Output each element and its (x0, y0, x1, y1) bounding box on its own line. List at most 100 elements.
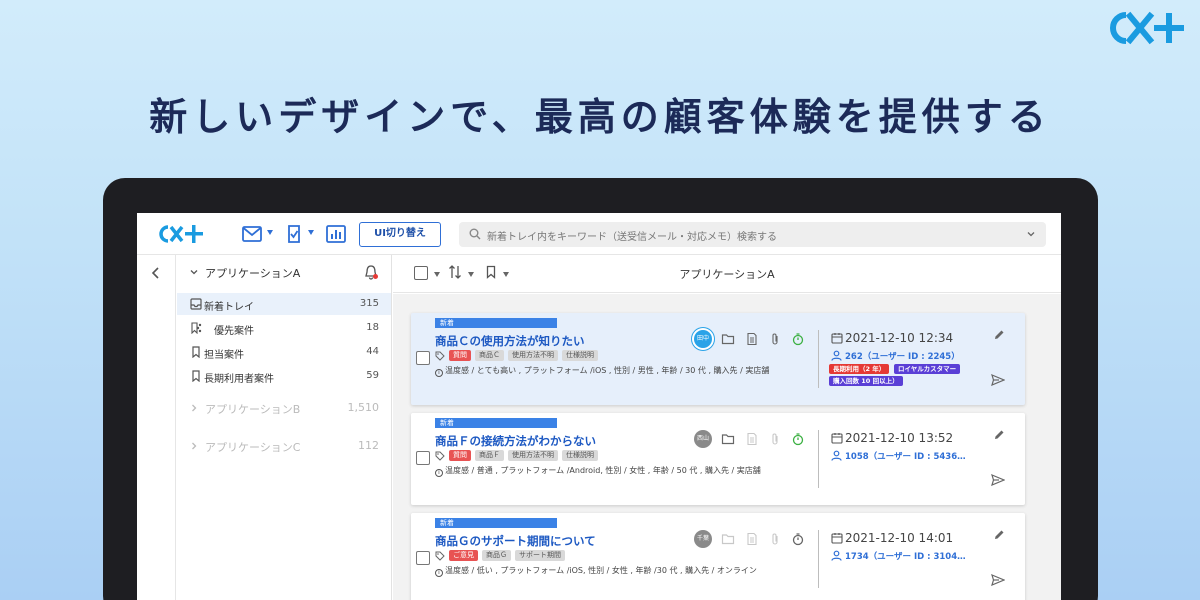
search-input[interactable]: 新着トレイ内をキーワード（送受信メール・対応メモ）検索する (459, 222, 1046, 247)
sidebar-group-b[interactable]: アプリケーションB 1,510 (189, 399, 379, 419)
sidebar-group-a[interactable]: アプリケーションA (189, 263, 379, 285)
customer-id-link[interactable]: 1734（ユーザー ID : 3104… (845, 550, 966, 562)
customer-id-link[interactable]: 262（ユーザー ID : 2245） (845, 350, 960, 362)
pencil-icon[interactable] (993, 329, 1005, 341)
sort-dropdown-caret[interactable] (468, 272, 474, 277)
bell-icon[interactable] (363, 264, 379, 281)
sidebar-group-c[interactable]: アプリケーションC 112 (189, 437, 379, 457)
sidebar-item-long-term[interactable]: 長期利用者案件 59 (177, 365, 391, 387)
tag-chip: 仕様説明 (562, 350, 598, 361)
bookmark-icon[interactable] (485, 265, 497, 279)
folder-icon[interactable] (721, 532, 735, 546)
chevron-down-icon[interactable] (1026, 229, 1036, 239)
ui-switch-button[interactable]: UI切り替え (359, 222, 441, 247)
sidebar-item-count: 315 (359, 298, 379, 309)
inquiry-card[interactable]: 新着 商品Ｆの接続方法がわからない 質問 商品Ｆ 使用方法不明 仕様説明 i 温度感 /… (411, 413, 1025, 505)
timer-icon[interactable] (791, 532, 805, 546)
sidebar-group-count: 1,510 (347, 401, 380, 414)
document-icon[interactable] (745, 532, 759, 546)
sidebar-item-priority[interactable]: 優先案件 18 (177, 317, 391, 339)
sidebar-group-label: アプリケーションA (205, 267, 301, 280)
paperclip-icon[interactable] (768, 432, 782, 446)
select-all-checkbox[interactable] (414, 266, 428, 280)
inquiry-card[interactable]: 新着 商品Ｃの使用方法が知りたい 質問 商品Ｃ 使用方法不明 仕様説明 i 温度感 / … (411, 313, 1025, 405)
new-label: 新着 (435, 418, 557, 428)
card-title[interactable]: 商品Ｇのサポート期間について (435, 533, 596, 549)
received-date: 2021-12-10 12:34 (845, 331, 954, 345)
tag-chip: 仕様説明 (562, 450, 598, 461)
sidebar-item-label: 長期利用者案件 (204, 374, 274, 385)
timer-icon[interactable] (791, 332, 805, 346)
chevron-down-icon (190, 270, 198, 275)
mail-icon[interactable] (241, 224, 263, 244)
calendar-icon (831, 533, 843, 544)
card-checkbox[interactable] (416, 551, 430, 565)
tag-chip: 使用方法不明 (508, 450, 558, 461)
sidebar-item-assigned[interactable]: 担当案件 44 (177, 341, 391, 363)
search-icon (469, 228, 481, 240)
sidebar-group-count: 112 (358, 439, 379, 452)
folder-icon[interactable] (721, 332, 735, 346)
chart-icon[interactable] (325, 224, 347, 244)
document-icon[interactable] (745, 332, 759, 346)
send-icon[interactable] (991, 374, 1005, 386)
sidebar-item-inbox[interactable]: 新着トレイ 315 (177, 293, 391, 315)
folder-icon[interactable] (721, 432, 735, 446)
tag-chip: 使用方法不明 (508, 350, 558, 361)
info-icon: i (435, 369, 443, 377)
sidebar-group-label: アプリケーションC (205, 441, 301, 454)
chevron-right-icon (192, 404, 197, 412)
task-dropdown-caret[interactable] (308, 230, 314, 235)
app-window: UI切り替え 新着トレイ内をキーワード（送受信メール・対応メモ）検索する アプリ… (137, 213, 1061, 600)
send-icon[interactable] (991, 574, 1005, 586)
attribute-row: i 温度感 / 低い , プラットフォーム /iOS, 性別 / 女性 , 年齢 … (435, 565, 757, 577)
chevron-right-icon (192, 442, 197, 450)
main-header: アプリケーションA (393, 255, 1061, 293)
card-checkbox[interactable] (416, 451, 430, 465)
avatar[interactable]: 千葉 (694, 530, 712, 548)
sidebar-item-count: 18 (366, 322, 379, 333)
user-icon (831, 350, 842, 361)
customer-id-link[interactable]: 1058（ユーザー ID : 5436… (845, 450, 966, 462)
card-divider (818, 430, 819, 488)
sidebar-group-label: アプリケーションB (205, 403, 301, 416)
send-icon[interactable] (991, 474, 1005, 486)
tag-chip: 商品Ｆ (475, 450, 504, 461)
chevron-left-icon[interactable] (149, 265, 163, 281)
sort-icon[interactable] (448, 264, 462, 280)
select-dropdown-caret[interactable] (434, 272, 440, 277)
card-title[interactable]: 商品Ｃの使用方法が知りたい (435, 333, 585, 349)
pencil-icon[interactable] (993, 429, 1005, 441)
tag-chip: ご意見 (449, 550, 478, 561)
calendar-icon (831, 333, 843, 344)
bookmark-icon (192, 370, 200, 382)
avatar[interactable]: 田中 (694, 330, 712, 348)
tag-icon (435, 351, 445, 361)
attribute-row: i 温度感 / とても高い , プラットフォーム /iOS , 性別 / 男性 ,… (435, 365, 769, 377)
timer-icon[interactable] (791, 432, 805, 446)
calendar-icon (831, 433, 843, 444)
paperclip-icon[interactable] (768, 532, 782, 546)
document-icon[interactable] (745, 432, 759, 446)
check-doc-icon[interactable] (283, 224, 305, 244)
user-icon (831, 450, 842, 461)
bookmark-share-icon (191, 322, 202, 334)
received-date: 2021-12-10 14:01 (845, 531, 954, 545)
mail-dropdown-caret[interactable] (267, 230, 273, 235)
avatar[interactable]: 西山 (694, 430, 712, 448)
user-icon (831, 550, 842, 561)
inquiry-card[interactable]: 新着 商品Ｇのサポート期間について ご意見 商品Ｇ サポート期間 i 温度感 / 低い… (411, 513, 1025, 600)
card-checkbox[interactable] (416, 351, 430, 365)
card-title[interactable]: 商品Ｆの接続方法がわからない (435, 433, 596, 449)
bookmark-dropdown-caret[interactable] (503, 272, 509, 277)
sidebar-item-label: 担当案件 (204, 350, 244, 361)
bookmark-icon (192, 346, 200, 358)
attribute-text: 温度感 / 普通 , プラットフォーム /Android, 性別 / 女性 , … (445, 466, 761, 475)
headline: 新しいデザインで、最高の顧客体験を提供する (149, 95, 1051, 139)
sidebar-item-count: 59 (366, 370, 379, 381)
info-icon: i (435, 469, 443, 477)
pencil-icon[interactable] (993, 529, 1005, 541)
paperclip-icon[interactable] (768, 332, 782, 346)
app-logo[interactable] (155, 223, 217, 245)
card-divider (818, 530, 819, 588)
